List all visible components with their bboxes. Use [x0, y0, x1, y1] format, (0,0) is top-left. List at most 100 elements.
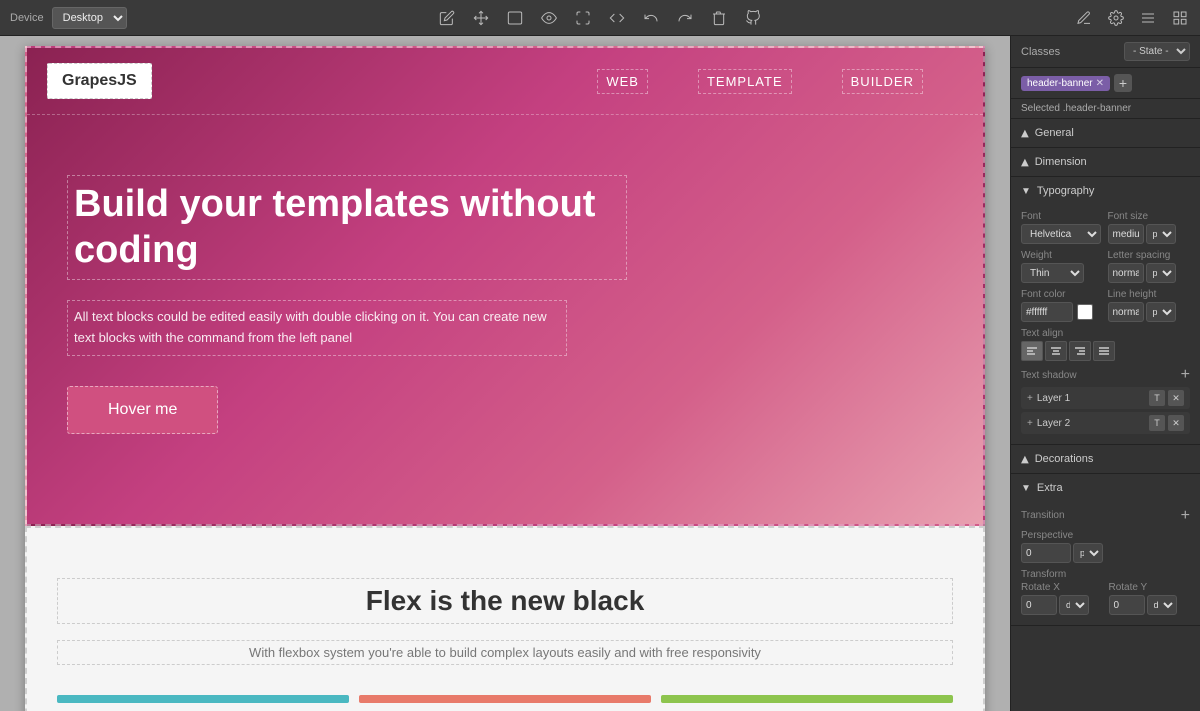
trash-icon-btn[interactable]: [709, 8, 729, 28]
classes-label: Classes: [1021, 46, 1060, 58]
rotate-y-group: deg: [1109, 595, 1191, 615]
edit-icon-btn[interactable]: [437, 8, 457, 28]
font-color-input[interactable]: [1021, 302, 1073, 322]
accordion-general-header[interactable]: ▶ General: [1011, 119, 1200, 147]
fullscreen-icon: [575, 10, 591, 26]
align-center-btn[interactable]: [1045, 341, 1067, 361]
text-shadow-add-btn[interactable]: +: [1181, 367, 1190, 383]
rotate-x-input[interactable]: [1021, 595, 1057, 615]
rotate-x-unit[interactable]: deg: [1059, 595, 1089, 615]
perspective-unit[interactable]: px: [1073, 543, 1103, 563]
add-class-button[interactable]: +: [1114, 74, 1132, 92]
line-height-unit[interactable]: px: [1146, 302, 1176, 322]
shadow-layer-2-edit-btn[interactable]: T: [1149, 415, 1165, 431]
flex-section-title[interactable]: Flex is the new black: [57, 578, 953, 624]
accordion-dimension: ▶ Dimension: [1011, 148, 1200, 177]
color-row: Font color Line height px: [1021, 289, 1190, 322]
undo-icon: [643, 10, 659, 26]
class-tag-header-banner[interactable]: header-banner ✕: [1021, 76, 1110, 91]
weight-row: Weight Thin Normal Bold Letter spacing p…: [1021, 250, 1190, 283]
font-size-input[interactable]: [1108, 224, 1144, 244]
class-tags: header-banner ✕ +: [1011, 68, 1200, 99]
banner-title[interactable]: Build your templates without coding: [67, 175, 627, 280]
accordion-decorations-header[interactable]: ▶ Decorations: [1011, 445, 1200, 473]
nav-link-web[interactable]: WEB: [597, 69, 648, 94]
shadow-layer-1-remove-btn[interactable]: ✕: [1168, 390, 1184, 406]
letter-spacing-unit[interactable]: px: [1146, 263, 1176, 283]
weight-select[interactable]: Thin Normal Bold: [1021, 263, 1084, 283]
font-select[interactable]: Helvetica Arial Georgia: [1021, 224, 1101, 244]
font-size-group: px: [1108, 224, 1191, 244]
toolbar: Device Desktop Tablet Mobile: [0, 0, 1200, 36]
accordion-extra-header[interactable]: ▼ Extra: [1011, 474, 1200, 502]
transition-add-btn[interactable]: +: [1181, 508, 1190, 524]
fullscreen-icon-btn[interactable]: [573, 8, 593, 28]
banner-subtitle[interactable]: All text blocks could be edited easily w…: [67, 300, 567, 356]
github-icon-btn[interactable]: [743, 8, 763, 28]
font-size-unit[interactable]: px: [1146, 224, 1176, 244]
toolbar-center: [135, 8, 1066, 28]
rotate-y-input[interactable]: [1109, 595, 1145, 615]
letter-spacing-input[interactable]: [1108, 263, 1144, 283]
align-left-btn[interactable]: [1021, 341, 1043, 361]
rotate-x-label: Rotate X: [1021, 582, 1103, 593]
toolbar-right: [1074, 8, 1190, 28]
accordion-decorations-arrow: ▶: [1019, 455, 1030, 463]
flex-section-subtitle[interactable]: With flexbox system you're able to build…: [57, 640, 953, 665]
nav-link-template[interactable]: TEMPLATE: [698, 69, 792, 94]
logo-box[interactable]: GrapesJS: [47, 63, 152, 99]
pencil-toolbar-icon: [1076, 10, 1092, 26]
header-banner[interactable]: GrapesJS WEB TEMPLATE BUILDER Build your…: [25, 46, 985, 526]
banner-content: Build your templates without coding All …: [27, 115, 983, 474]
accordion-dimension-header[interactable]: ▶ Dimension: [1011, 148, 1200, 176]
letter-spacing-group: px: [1108, 263, 1191, 283]
settings-toolbar-btn[interactable]: [1106, 8, 1126, 28]
trash-icon: [711, 10, 727, 26]
eye-icon-btn[interactable]: [539, 8, 559, 28]
font-row: Font Helvetica Arial Georgia Font size p…: [1021, 211, 1190, 244]
align-center-icon: [1050, 345, 1062, 357]
shadow-layer-1-actions: T ✕: [1149, 390, 1184, 406]
device-select[interactable]: Desktop Tablet Mobile: [52, 7, 127, 29]
align-right-btn[interactable]: [1069, 341, 1091, 361]
font-color-col: Font color: [1021, 289, 1104, 322]
nav-link-builder[interactable]: BUILDER: [842, 69, 923, 94]
line-height-input[interactable]: [1108, 302, 1144, 322]
rotate-y-unit[interactable]: deg: [1147, 595, 1177, 615]
pencil-toolbar-btn[interactable]: [1074, 8, 1094, 28]
undo-icon-btn[interactable]: [641, 8, 661, 28]
shadow-layer-2-plus[interactable]: +: [1027, 418, 1033, 429]
shadow-layer-2-remove-btn[interactable]: ✕: [1168, 415, 1184, 431]
align-justify-icon: [1098, 345, 1110, 357]
canvas-wrapper: GrapesJS WEB TEMPLATE BUILDER Build your…: [25, 46, 985, 711]
layers-toolbar-btn[interactable]: [1138, 8, 1158, 28]
letter-spacing-label: Letter spacing: [1108, 250, 1191, 261]
state-dropdown[interactable]: - State -: [1124, 42, 1190, 61]
hover-me-button[interactable]: Hover me: [67, 386, 218, 434]
code-icon: [609, 10, 625, 26]
shadow-layer-1-edit-btn[interactable]: T: [1149, 390, 1165, 406]
perspective-input[interactable]: [1021, 543, 1071, 563]
redo-icon-btn[interactable]: [675, 8, 695, 28]
transform-grid: Rotate X deg Rotate Y deg: [1021, 582, 1190, 615]
banner-nav: GrapesJS WEB TEMPLATE BUILDER: [27, 48, 983, 115]
class-tag-remove[interactable]: ✕: [1096, 78, 1104, 89]
move-icon-btn[interactable]: [471, 8, 491, 28]
perspective-section: Perspective px: [1021, 530, 1190, 563]
font-color-label: Font color: [1021, 289, 1104, 300]
weight-label: Weight: [1021, 250, 1104, 261]
code-icon-btn[interactable]: [607, 8, 627, 28]
accordion-general-arrow: ▶: [1019, 129, 1030, 137]
accordion-typography-header[interactable]: ▼ Typography: [1011, 177, 1200, 205]
text-shadow-section: Text shadow + + Layer 1 T ✕ +: [1021, 367, 1190, 434]
transform-label: Transform: [1021, 569, 1190, 580]
accordion-general: ▶ General: [1011, 119, 1200, 148]
font-color-swatch[interactable]: [1077, 304, 1093, 320]
shadow-layer-1-plus[interactable]: +: [1027, 393, 1033, 404]
shadow-layer-2: + Layer 2 T ✕: [1021, 412, 1190, 434]
window-icon-btn[interactable]: [505, 8, 525, 28]
align-justify-btn[interactable]: [1093, 341, 1115, 361]
class-tag-name: header-banner: [1027, 78, 1093, 89]
blocks-toolbar-btn[interactable]: [1170, 8, 1190, 28]
canvas-area[interactable]: GrapesJS WEB TEMPLATE BUILDER Build your…: [0, 36, 1010, 711]
